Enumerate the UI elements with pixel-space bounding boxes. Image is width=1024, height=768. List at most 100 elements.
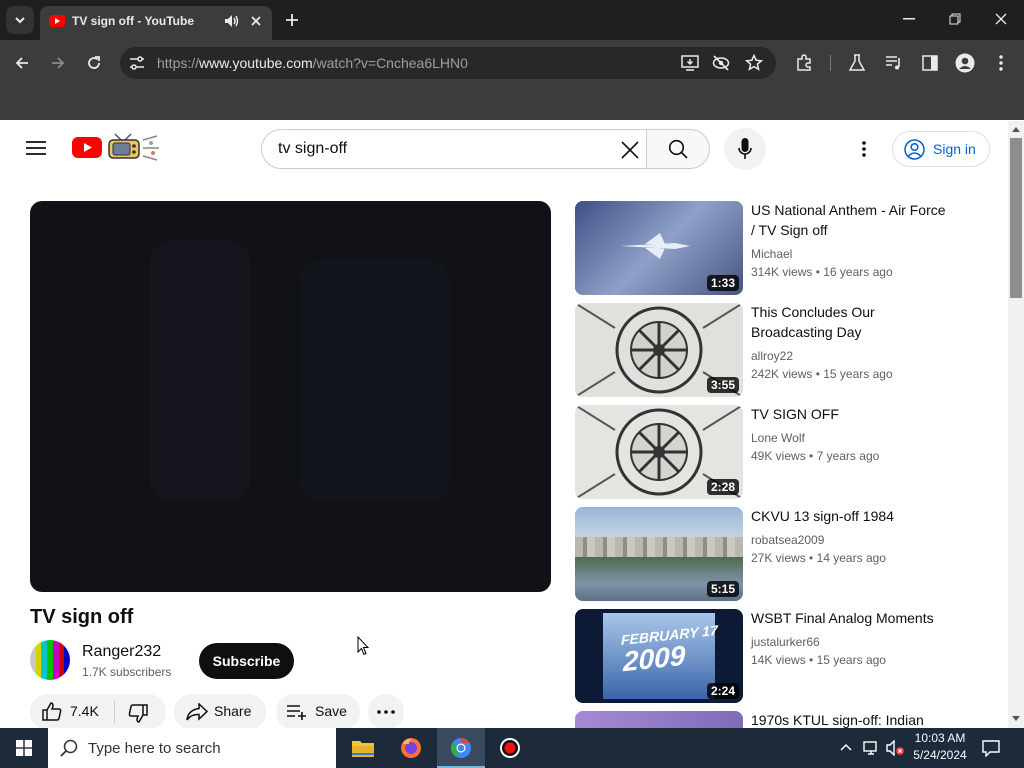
related-thumbnail[interactable]: 3:55 [575,303,743,397]
firefox-icon[interactable] [400,737,422,759]
more-actions-button[interactable] [368,694,404,730]
extensions-icon[interactable] [795,54,813,72]
url-prefix: https:// [157,55,200,71]
search-box[interactable] [261,129,646,169]
thumb-art-jet [620,233,690,259]
voice-search-button[interactable] [724,128,766,170]
windows-start-icon[interactable] [16,740,32,756]
video-frame-shadow [150,241,250,501]
youtube-favicon-icon [49,15,65,27]
like-dislike-group: 7.4K [30,694,166,730]
related-thumbnail[interactable] [575,711,743,728]
channel-avatar[interactable] [30,640,70,680]
network-icon[interactable] [862,740,880,756]
new-tab-icon[interactable] [285,13,299,27]
address-bar[interactable]: https://www.youtube.com/watch?v=Cnchea6L… [120,47,776,79]
subscribe-button[interactable]: Subscribe [199,643,294,679]
scroll-down-arrow-icon[interactable] [1012,716,1020,722]
related-thumbnail[interactable]: 5:15 [575,507,743,601]
chevron-down-icon [15,17,25,24]
site-info-icon[interactable] [129,56,145,70]
related-thumbnail[interactable]: FEBRUARY 17 2009 2:24 [575,609,743,703]
restore-icon[interactable] [949,13,961,25]
video-duration: 2:28 [706,479,739,495]
menu-kebab-icon[interactable] [998,55,1004,71]
related-channel[interactable]: allroy22 [751,347,793,365]
thumb-art-date-line2: 2009 [623,639,686,678]
related-title[interactable]: 1970s KTUL sign-off: Indian [751,710,924,728]
tab-search-button[interactable] [6,6,34,34]
tray-chevron-up-icon[interactable] [840,743,852,751]
related-title[interactable]: US National Anthem - Air Force [751,200,946,220]
channel-name[interactable]: Ranger232 [82,643,161,661]
share-button[interactable]: Share [174,694,266,730]
scrollbar-thumb[interactable] [1010,138,1022,298]
video-duration: 2:24 [706,683,739,699]
save-button[interactable]: Save [276,694,360,730]
file-explorer-icon[interactable] [351,738,375,758]
chrome-taskbar-button[interactable] [437,728,485,768]
search-input[interactable] [278,138,598,160]
forward-icon[interactable] [50,55,66,71]
related-title-line2[interactable]: Broadcasting Day [751,322,862,342]
close-tab-icon[interactable] [250,15,262,27]
tab-title: TV sign off - YouTube [72,14,194,28]
related-age: 14 years ago [816,551,886,565]
close-window-icon[interactable] [995,13,1007,25]
video-duration: 1:33 [706,275,739,291]
related-title-line2[interactable]: / TV Sign off [751,220,828,240]
related-title[interactable]: WSBT Final Analog Moments [751,608,934,628]
share-label: Share [214,703,252,719]
related-title[interactable]: This Concludes Our [751,302,875,322]
related-thumbnail[interactable]: 1:33 [575,201,743,295]
video-player[interactable] [30,201,551,592]
sign-in-button[interactable]: Sign in [892,131,990,167]
profile-icon[interactable] [955,53,975,73]
url-path: /watch?v=Cnchea6LHN0 [312,55,468,71]
tracking-protection-icon[interactable] [712,55,730,71]
volume-muted-icon[interactable] [886,740,906,756]
taskbar-search-box[interactable]: Type here to search [48,728,336,768]
related-age: 15 years ago [823,367,893,381]
subscribe-label: Subscribe [212,653,281,669]
reload-icon[interactable] [86,55,102,71]
clear-search-icon[interactable] [621,141,639,159]
guide-menu-icon[interactable] [26,140,46,156]
notifications-icon[interactable] [982,739,1000,757]
related-title[interactable]: CKVU 13 sign-off 1984 [751,506,894,526]
back-icon[interactable] [14,55,30,71]
like-count[interactable]: 7.4K [70,703,99,719]
media-controls-icon[interactable] [885,55,903,71]
like-divider [114,701,115,723]
save-label: Save [315,703,347,719]
screen-recorder-icon[interactable] [499,737,521,759]
search-button[interactable] [646,129,710,169]
scroll-up-arrow-icon[interactable] [1012,126,1020,132]
url-domain: www.youtube.com [199,55,313,71]
related-thumbnail[interactable]: 2:28 [575,405,743,499]
related-stats: 14K views • 15 years ago [751,653,886,667]
bookmark-star-icon[interactable] [745,54,763,72]
side-panel-icon[interactable] [922,55,938,71]
related-channel[interactable]: Michael [751,245,792,263]
account-circle-icon [904,139,925,160]
mouse-cursor-icon [357,636,369,656]
url-text: https://www.youtube.com/watch?v=Cnchea6L… [157,55,468,71]
toolbar-divider [830,55,831,71]
related-channel[interactable]: robatsea2009 [751,531,824,549]
taskbar-clock[interactable]: 10:03 AM 5/24/2024 [910,730,970,764]
install-app-icon[interactable] [681,55,699,71]
dislike-icon[interactable] [128,703,148,723]
labs-flask-icon[interactable] [849,54,865,72]
settings-kebab-icon[interactable] [861,141,867,157]
related-channel[interactable]: justalurker66 [751,633,820,651]
browser-tab[interactable]: TV sign off - YouTube [40,6,272,40]
related-channel[interactable]: Lone Wolf [751,429,805,447]
like-icon[interactable] [42,702,62,722]
related-age: 7 years ago [816,449,880,463]
save-playlist-icon [287,705,306,720]
speaker-icon[interactable] [224,14,240,28]
youtube-logo[interactable] [72,130,162,164]
related-title[interactable]: TV SIGN OFF [751,404,839,424]
minimize-icon[interactable] [903,18,915,20]
